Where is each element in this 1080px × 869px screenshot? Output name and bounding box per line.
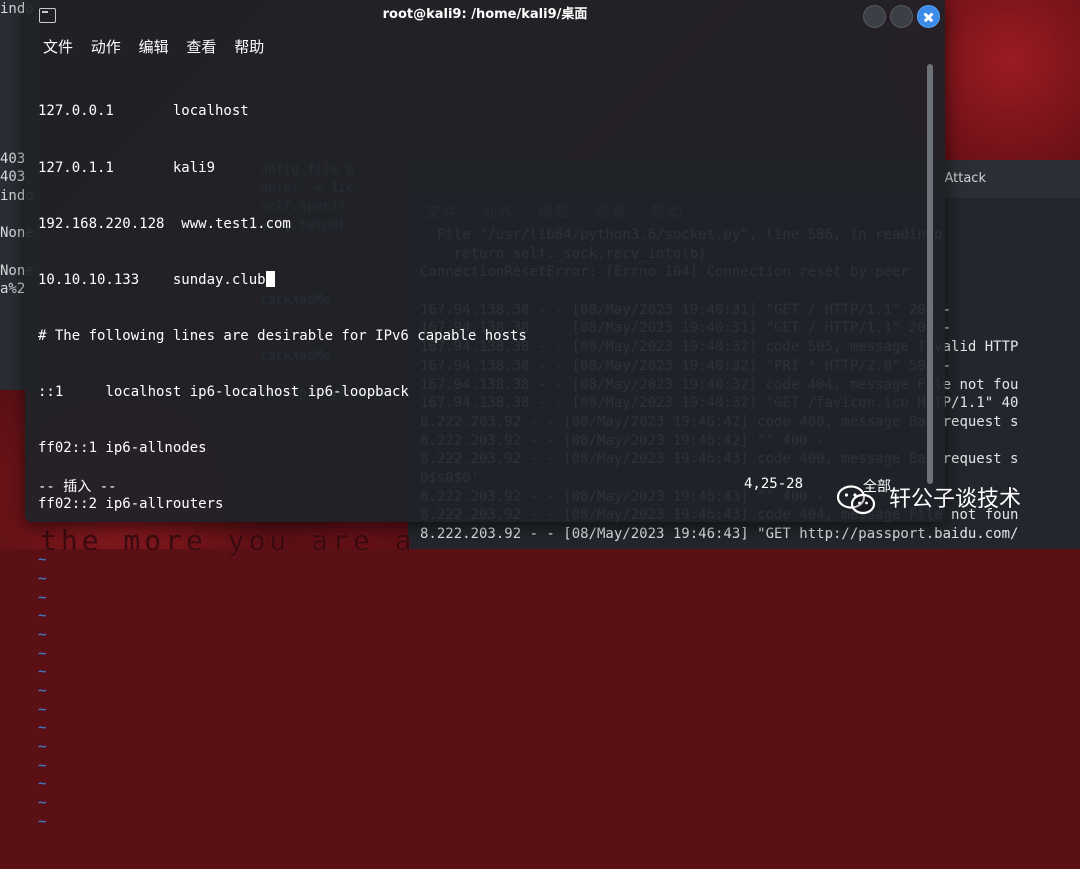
minimize-button[interactable] (863, 5, 886, 28)
empty-line-markers: ~ ~ ~ ~ ~ ~ ~ ~ ~ ~ ~ ~ ~ ~ ~ (38, 551, 918, 831)
empty-line-tilde: ~ (38, 776, 47, 793)
watermark-text: 轩公子谈技术 (889, 487, 1022, 512)
empty-line-tilde: ~ (38, 589, 47, 606)
wechat-icon (836, 485, 876, 515)
terminal-window[interactable]: root@kali9: /home/kali9/桌面 文件 动作 编辑 查看 帮… (25, 0, 945, 830)
menu-bar: 文件 动作 编辑 查看 帮助 (43, 36, 277, 60)
title-bar[interactable]: root@kali9: /home/kali9/桌面 (25, 0, 945, 32)
empty-line-tilde: ~ (38, 757, 47, 774)
hosts-line: ::1 localhost ip6-localhost ip6-loopback (38, 383, 409, 400)
cursor-position: 4,25-28 (744, 476, 804, 492)
hosts-line-text: 10.10.10.133 sunday.club (38, 271, 266, 288)
empty-line-tilde: ~ (38, 701, 47, 718)
scrollbar[interactable] (927, 64, 933, 484)
menu-actions[interactable]: 动作 (91, 38, 121, 56)
empty-line-tilde: ~ (38, 570, 47, 587)
empty-line-tilde: ~ (38, 608, 47, 625)
insert-mode-indicator: -- 插入 -- (38, 479, 117, 495)
empty-line-tilde: ~ (38, 720, 47, 737)
hosts-comment-line: # The following lines are desirable for … (38, 327, 527, 344)
empty-line-tilde: ~ (38, 626, 47, 643)
empty-line-tilde: ~ (38, 645, 47, 662)
maximize-button[interactable] (890, 5, 913, 28)
menu-view[interactable]: 查看 (186, 38, 216, 56)
menu-edit[interactable]: 编辑 (139, 38, 169, 56)
empty-line-tilde: ~ (38, 739, 47, 756)
menu-help[interactable]: 帮助 (234, 38, 264, 56)
hosts-line-with-cursor: 10.10.10.133 sunday.club (38, 270, 918, 290)
empty-line-tilde: ~ (38, 682, 47, 699)
window-title: root@kali9: /home/kali9/桌面 (382, 7, 588, 22)
menu-file[interactable]: 文件 (43, 38, 73, 56)
empty-line-tilde: ~ (38, 664, 47, 681)
empty-line-tilde: ~ (38, 795, 47, 812)
text-cursor (265, 270, 275, 287)
vim-status-line: -- 插入 -- 4,25-28 全部 (38, 476, 918, 556)
hosts-line: 127.0.1.1 kali9 (38, 159, 216, 176)
empty-line-tilde: ~ (38, 813, 47, 830)
close-button[interactable] (917, 5, 940, 28)
hosts-line: 192.168.220.128 www.test1.com (38, 215, 291, 232)
hosts-line: 127.0.0.1 localhost (38, 103, 249, 120)
hosts-line: ff02::1 ip6-allnodes (38, 439, 207, 456)
editor-buffer[interactable]: 127.0.0.1 localhost 127.0.1.1 kali9 192.… (38, 65, 918, 869)
watermark: 轩公子谈技术 (836, 480, 1021, 520)
